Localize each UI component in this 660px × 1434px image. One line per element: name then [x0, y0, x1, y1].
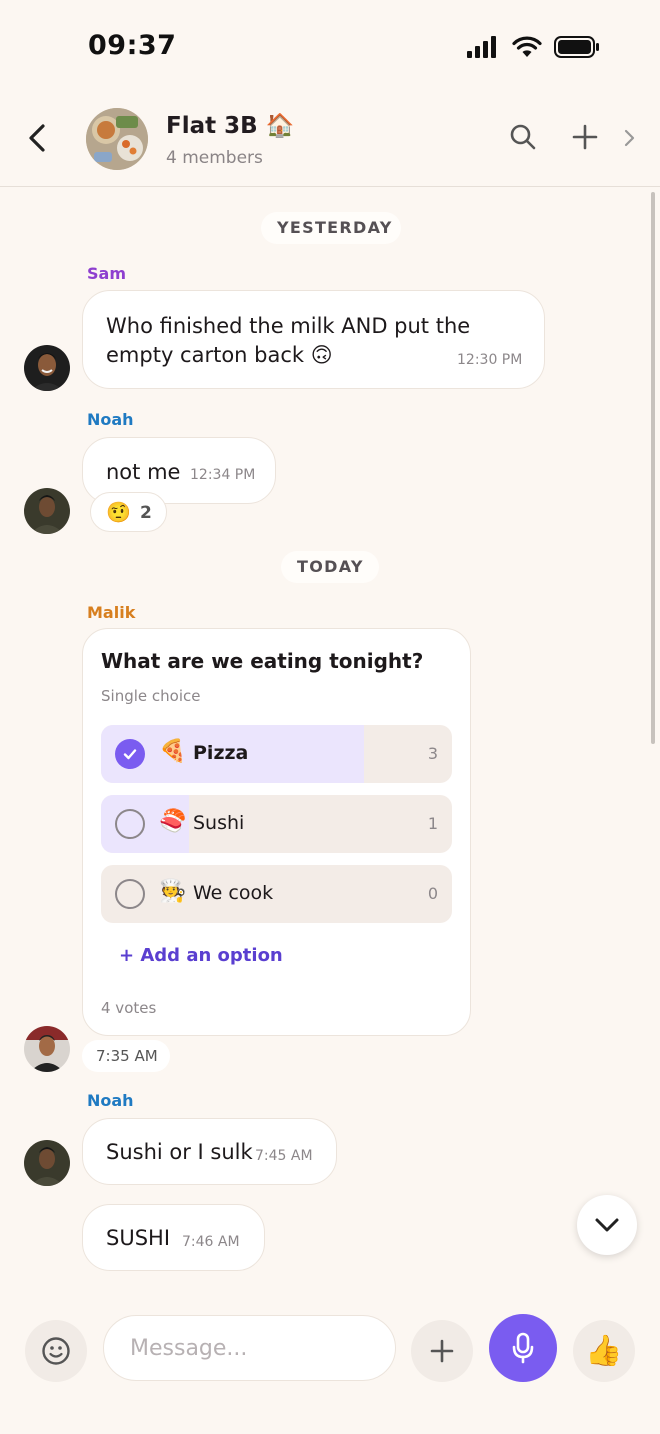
message-text-line2: empty carton back 🙃 — [106, 343, 333, 367]
back-arrow-icon[interactable] — [22, 118, 52, 158]
chevron-right-icon[interactable] — [620, 124, 640, 152]
poll-option-sushi[interactable]: 🍣 Sushi 1 — [101, 795, 452, 853]
sam-avatar-photo — [24, 345, 70, 391]
malik-avatar-photo — [24, 1026, 70, 1072]
scroll-to-bottom-button[interactable] — [577, 1195, 637, 1255]
scrollbar[interactable] — [651, 192, 655, 744]
message-timestamp: 7:46 AM — [182, 1234, 240, 1250]
message-timestamp: 12:30 PM — [457, 352, 523, 368]
wifi-icon — [512, 36, 542, 57]
poll-question: What are we eating tonight? — [101, 649, 424, 673]
noah-avatar-photo — [24, 1140, 70, 1186]
message-composer: Message... 👍 — [0, 1300, 660, 1434]
status-time: 09:37 — [88, 30, 177, 61]
message-text: SUSHI — [106, 1226, 171, 1250]
poll-option-label: Pizza — [193, 742, 249, 764]
message-timestamp: 7:45 AM — [255, 1148, 313, 1164]
member-count: 4 members — [166, 148, 263, 168]
poll-radio-checked[interactable] — [115, 739, 145, 769]
poll-option-count: 1 — [427, 814, 438, 833]
sender-name: Noah — [87, 1091, 134, 1110]
avatar[interactable] — [24, 1026, 70, 1072]
sushi-emoji: 🍣 — [159, 809, 187, 834]
plus-icon — [430, 1339, 454, 1363]
group-title: Flat 3B 🏠 — [166, 113, 295, 139]
message-bubble[interactable]: Sushi or I sulk 7:45 AM — [82, 1118, 337, 1185]
chevron-down-icon — [595, 1218, 619, 1232]
poll-card: What are we eating tonight? Single choic… — [82, 628, 471, 1036]
sender-name: Malik — [87, 603, 136, 622]
message-bubble[interactable]: SUSHI 7:46 AM — [82, 1204, 265, 1271]
cellular-signal-icon — [467, 36, 496, 58]
group-avatar[interactable] — [86, 108, 148, 170]
emoji-button[interactable] — [25, 1320, 87, 1382]
date-separator-today: TODAY — [281, 551, 379, 583]
status-icons — [466, 36, 600, 58]
date-separator-yesterday: YESTERDAY — [261, 212, 401, 244]
poll-option-count: 0 — [427, 884, 438, 903]
group-photo — [86, 108, 148, 170]
message-timestamp: 7:35 AM — [96, 1047, 158, 1065]
avatar[interactable] — [24, 488, 70, 534]
poll-timestamp-chip: 7:35 AM — [82, 1040, 170, 1072]
cook-emoji: 🧑‍🍳 — [159, 879, 187, 904]
noah-avatar-photo — [24, 488, 70, 534]
poll-radio[interactable] — [115, 809, 145, 839]
add-option-button[interactable]: + Add an option — [119, 945, 283, 966]
message-bubble[interactable]: Who finished the milk AND put the empty … — [82, 290, 545, 389]
thumbs-up-button[interactable]: 👍 — [573, 1320, 635, 1382]
avatar[interactable] — [24, 1140, 70, 1186]
message-text: Sushi or I sulk — [106, 1140, 253, 1164]
checkmark-icon — [123, 749, 137, 760]
battery-icon — [554, 36, 599, 58]
smiley-icon — [42, 1337, 70, 1365]
attach-button[interactable] — [411, 1320, 473, 1382]
poll-type: Single choice — [101, 687, 201, 705]
message-input[interactable]: Message... — [103, 1315, 396, 1381]
thumbs-up-icon: 👍 — [585, 1333, 623, 1369]
sender-name: Noah — [87, 410, 134, 429]
add-icon[interactable] — [570, 122, 600, 152]
status-bar: 09:37 — [0, 0, 660, 96]
reaction-emoji: 🤨 — [106, 500, 131, 524]
microphone-icon — [512, 1332, 534, 1364]
pizza-emoji: 🍕 — [159, 739, 187, 764]
poll-option-pizza[interactable]: 🍕 Pizza 3 — [101, 725, 452, 783]
sender-name: Sam — [87, 264, 126, 283]
poll-option-label: Sushi — [193, 812, 245, 834]
message-text: not me — [106, 460, 181, 484]
poll-radio[interactable] — [115, 879, 145, 909]
poll-option-label: We cook — [193, 882, 274, 904]
poll-vote-count: 4 votes — [101, 999, 157, 1017]
chat-header: Flat 3B 🏠 4 members — [0, 96, 660, 187]
search-icon[interactable] — [508, 122, 538, 152]
reaction-chip[interactable]: 🤨 2 — [90, 492, 167, 532]
voice-record-button[interactable] — [489, 1314, 557, 1382]
reaction-count: 2 — [140, 503, 152, 523]
message-timestamp: 12:34 PM — [190, 467, 256, 483]
message-text-line1: Who finished the milk AND put the — [106, 314, 471, 338]
poll-option-we-cook[interactable]: 🧑‍🍳 We cook 0 — [101, 865, 452, 923]
poll-option-count: 3 — [427, 744, 438, 763]
avatar[interactable] — [24, 345, 70, 391]
